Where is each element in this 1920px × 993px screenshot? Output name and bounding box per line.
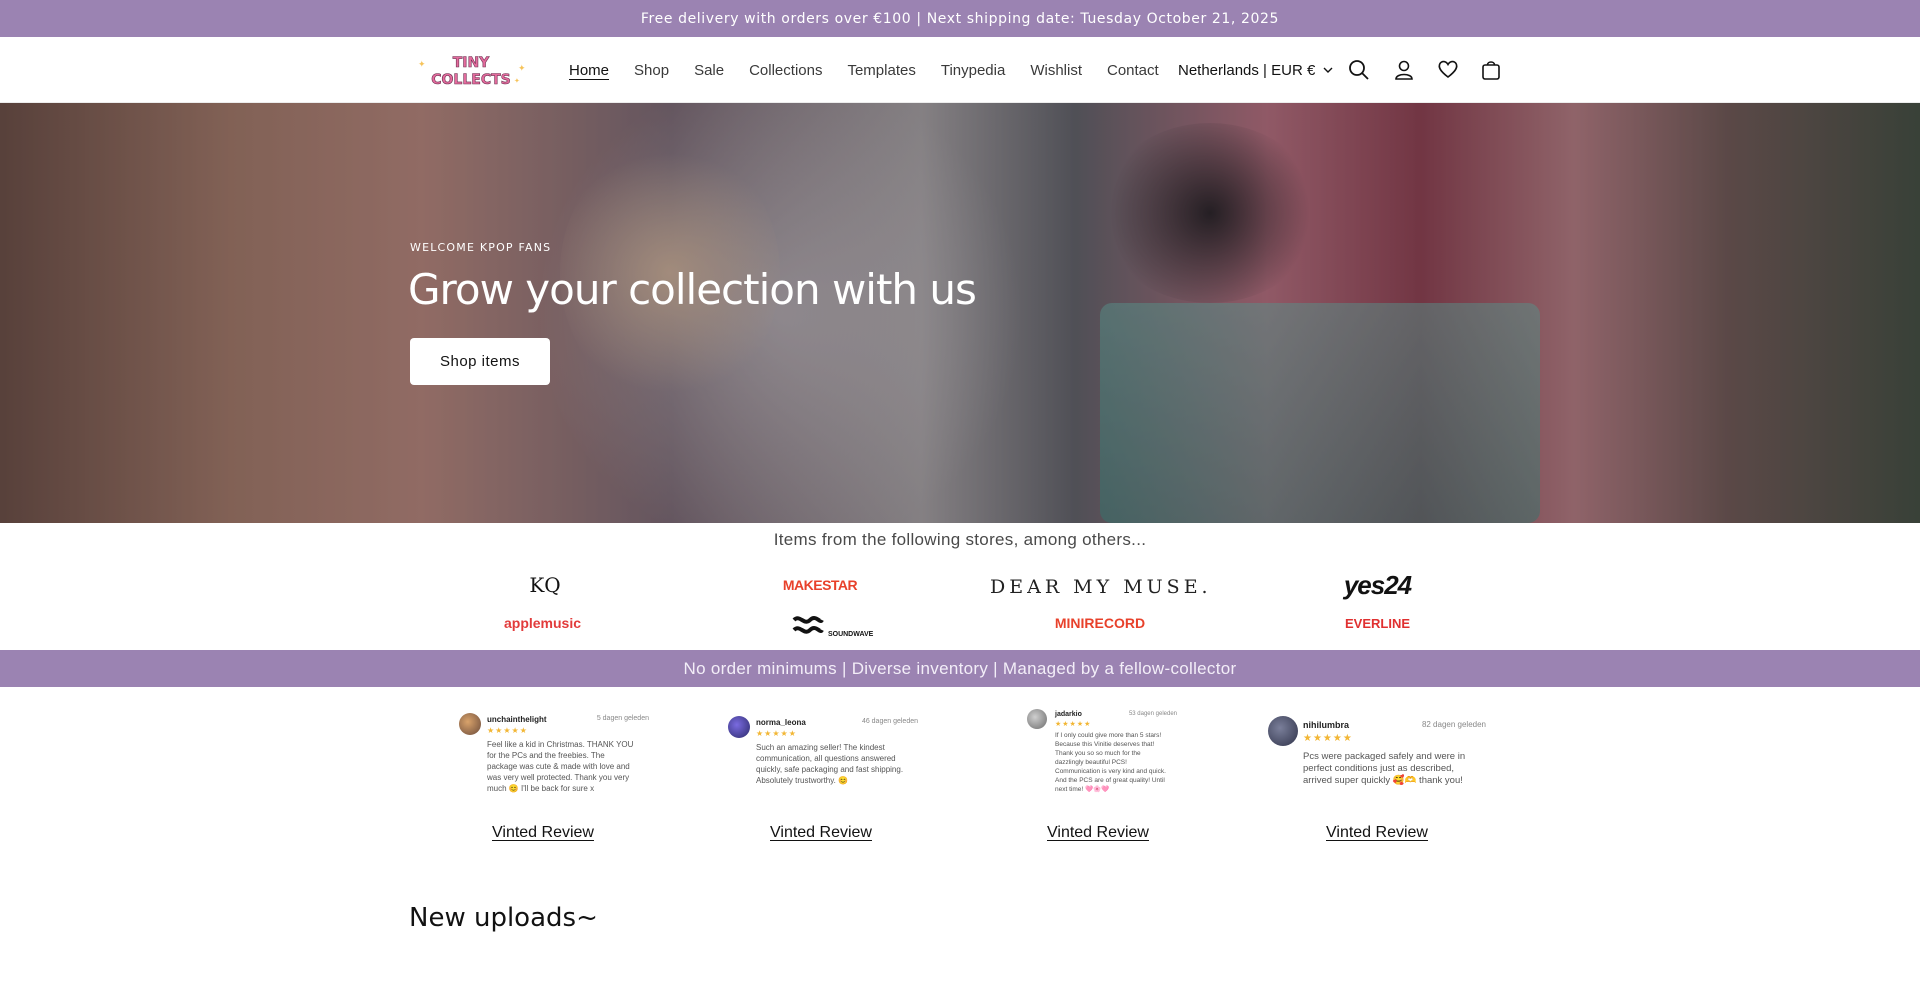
country-currency-selector[interactable]: Netherlands | EUR € — [1178, 37, 1333, 103]
review-username: nihilumbra — [1303, 720, 1350, 730]
hero-title: Grow your collection with us — [408, 265, 977, 314]
nav-item-collections[interactable]: Collections — [749, 62, 822, 79]
nav-item-wishlist[interactable]: Wishlist — [1030, 62, 1082, 79]
review-username: unchainthelight — [487, 715, 547, 724]
review-username: jadarkio — [1055, 711, 1082, 718]
store-logo-dear-my-muse: DEAR MY MUSE. — [990, 576, 1212, 598]
star-rating: ★★★★★ — [1303, 733, 1353, 744]
nav-item-shop[interactable]: Shop — [634, 62, 669, 79]
announcement-text: Free delivery with orders over €100 | Ne… — [640, 10, 1280, 27]
svg-text:✦: ✦ — [514, 77, 520, 85]
locale-label: Netherlands | EUR € — [1178, 61, 1316, 79]
usp-band: No order minimums | Diverse inventory | … — [0, 650, 1920, 687]
review-date: 82 dagen geleden — [1421, 720, 1486, 729]
review-card: unchainthelight 5 dagen geleden ★★★★★ Fe… — [459, 713, 649, 803]
announcement-bar: Free delivery with orders over €100 | Ne… — [0, 0, 1920, 37]
review-text: Pcs were packaged safely and were in per… — [1303, 751, 1466, 786]
svg-text:COLLECTS: COLLECTS — [431, 72, 511, 88]
review-date: 46 dagen geleden — [861, 718, 918, 725]
svg-text:✦: ✦ — [518, 63, 526, 73]
vinted-review-link[interactable]: Vinted Review — [1297, 824, 1457, 842]
vinted-review-link[interactable]: Vinted Review — [1018, 824, 1178, 842]
main-nav: Home Shop Sale Collections Templates Tin… — [569, 37, 1184, 103]
review-text: Such an amazing seller! The kindest comm… — [756, 743, 904, 785]
avatar — [1027, 709, 1047, 729]
review-card: norma_leona 46 dagen geleden ★★★★★ Such … — [728, 716, 918, 806]
site-logo[interactable]: ✦ ✦ ✦ TINY COLLECTS — [410, 51, 532, 89]
search-icon[interactable] — [1347, 58, 1371, 82]
store-logo-makestar: MAKESTAR — [782, 577, 858, 593]
store-logo-kq: KQ — [529, 573, 561, 597]
shop-items-button[interactable]: Shop items — [410, 338, 550, 385]
stores-heading: Items from the following stores, among o… — [773, 530, 1147, 549]
cart-icon[interactable] — [1479, 58, 1503, 82]
store-logo-minirecord: MINIRECORD — [1054, 615, 1146, 631]
star-rating: ★★★★★ — [1055, 721, 1092, 728]
review-card: jadarkio 53 dagen geleden ★★★★★ If I onl… — [1027, 709, 1177, 799]
hero-banner: WELCOME KPOP FANS Grow your collection w… — [0, 103, 1920, 523]
nav-item-templates[interactable]: Templates — [847, 62, 915, 79]
chevron-down-icon — [1323, 67, 1333, 73]
nav-item-tinypedia[interactable]: Tinypedia — [941, 62, 1005, 79]
review-card: nihilumbra 82 dagen geleden ★★★★★ Pcs we… — [1268, 716, 1486, 806]
vinted-review-link[interactable]: Vinted Review — [463, 824, 623, 842]
usp-text: No order minimums | Diverse inventory | … — [683, 658, 1237, 678]
review-text: If I only could give more than 5 stars! … — [1055, 732, 1166, 793]
site-header: ✦ ✦ ✦ TINY COLLECTS Home Shop Sale Colle… — [0, 37, 1920, 103]
avatar — [728, 716, 750, 738]
review-date: 53 dagen geleden — [1128, 711, 1177, 717]
store-logo-applemusic: applemusic — [503, 615, 582, 631]
store-logo-soundwave: SOUNDWAVE — [790, 614, 873, 638]
new-uploads-heading: New uploads~ — [409, 903, 598, 933]
vinted-review-link[interactable]: Vinted Review — [741, 824, 901, 842]
store-logo-yes24: yes24 — [1343, 570, 1412, 600]
svg-text:✦: ✦ — [418, 59, 426, 69]
nav-item-home[interactable]: Home — [569, 62, 609, 79]
svg-text:TINY: TINY — [453, 55, 490, 71]
review-text: Feel like a kid in Christmas. THANK YOU … — [487, 740, 634, 793]
review-username: norma_leona — [756, 718, 806, 727]
star-rating: ★★★★★ — [756, 729, 797, 738]
avatar — [459, 713, 481, 735]
hero-eyebrow: WELCOME KPOP FANS — [410, 241, 552, 254]
avatar — [1268, 716, 1298, 746]
wishlist-heart-icon[interactable] — [1436, 57, 1460, 81]
star-rating: ★★★★★ — [487, 726, 528, 735]
soundwave-logo-icon — [792, 616, 824, 634]
store-logo-everline: EVERLINE — [1344, 616, 1410, 631]
nav-item-contact[interactable]: Contact — [1107, 62, 1159, 79]
account-icon[interactable] — [1392, 58, 1416, 82]
nav-item-sale[interactable]: Sale — [694, 62, 724, 79]
review-date: 5 dagen geleden — [596, 715, 649, 722]
